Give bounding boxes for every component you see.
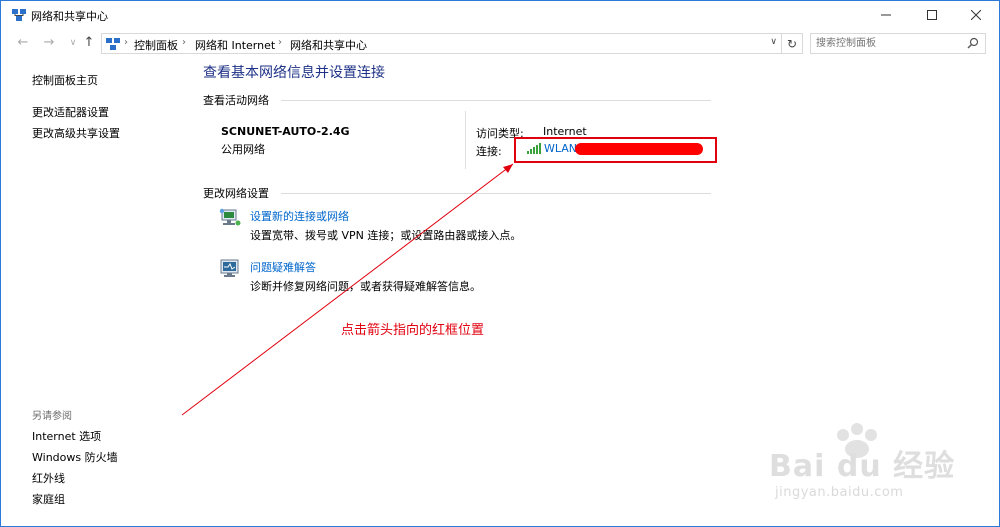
change-settings-header: 更改网络设置 bbox=[203, 187, 269, 200]
link-internet-options[interactable]: Internet 选项 bbox=[32, 428, 101, 444]
chevron-right-icon[interactable]: › bbox=[182, 37, 186, 48]
recent-locations-chevron-icon[interactable]: ∨ bbox=[65, 35, 81, 51]
chevron-right-icon: › bbox=[124, 37, 128, 48]
link-change-advanced-sharing[interactable]: 更改高级共享设置 bbox=[32, 125, 120, 141]
baidu-jingyan-watermark: Bai du 经验 jingyan.baidu.com bbox=[769, 421, 989, 516]
active-networks-header: 查看活动网络 bbox=[203, 94, 269, 107]
network-type-link[interactable]: 公用网络 bbox=[221, 141, 265, 157]
up-arrow-icon[interactable]: ↑ bbox=[81, 35, 97, 51]
network-setup-icon bbox=[219, 208, 241, 226]
search-box[interactable] bbox=[810, 33, 986, 54]
minimize-button[interactable] bbox=[863, 1, 909, 29]
maximize-icon bbox=[927, 10, 937, 20]
network-sharing-center-icon bbox=[12, 9, 26, 21]
back-arrow-icon[interactable]: ← bbox=[15, 35, 31, 51]
annotation-text: 点击箭头指向的红框位置 bbox=[341, 323, 485, 338]
network-name: SCNUNET-AUTO-2.4G bbox=[221, 125, 350, 138]
forward-arrow-icon[interactable]: → bbox=[41, 35, 57, 51]
address-bar[interactable]: › 控制面板 › 网络和 Internet › 网络和共享中心 ∨ bbox=[101, 33, 782, 54]
link-control-panel-home[interactable]: 控制面板主页 bbox=[32, 72, 98, 88]
search-input[interactable] bbox=[811, 34, 961, 53]
navigation-bar: ← → ∨ ↑ › 控制面板 › 网络和 Internet › 网络和共享中心 … bbox=[1, 29, 999, 57]
close-button[interactable] bbox=[953, 1, 999, 29]
refresh-icon: ↻ bbox=[786, 36, 798, 51]
link-change-adapter-settings[interactable]: 更改适配器设置 bbox=[32, 104, 109, 120]
chevron-down-icon[interactable]: ∨ bbox=[770, 37, 777, 47]
breadcrumb-network-internet[interactable]: 网络和 Internet bbox=[195, 37, 275, 53]
breadcrumb-control-panel[interactable]: 控制面板 bbox=[134, 37, 178, 53]
connection-label: 连接: bbox=[476, 145, 502, 158]
troubleshoot-desc: 诊断并修复网络问题，或者获得疑难解答信息。 bbox=[250, 280, 481, 293]
troubleshoot-icon bbox=[220, 259, 239, 277]
link-infrared[interactable]: 红外线 bbox=[32, 470, 65, 486]
section-divider bbox=[281, 100, 711, 101]
link-windows-firewall[interactable]: Windows 防火墙 bbox=[32, 449, 118, 465]
watermark-logo: Bai du 经验 bbox=[769, 449, 956, 484]
watermark-url: jingyan.baidu.com bbox=[775, 485, 904, 500]
control-panel-window: 网络和共享中心 ← → ∨ ↑ › 控制面板 › 网络和 Internet › bbox=[0, 0, 1000, 527]
minimize-icon bbox=[881, 14, 891, 16]
breadcrumb-network-sharing-center[interactable]: 网络和共享中心 bbox=[290, 37, 367, 53]
link-homegroup[interactable]: 家庭组 bbox=[32, 491, 65, 507]
search-icon[interactable] bbox=[967, 37, 979, 49]
chevron-right-icon[interactable]: › bbox=[278, 37, 282, 48]
close-icon bbox=[971, 10, 981, 20]
window-title: 网络和共享中心 bbox=[31, 10, 108, 23]
vertical-divider bbox=[465, 111, 466, 169]
page-title: 查看基本网络信息并设置连接 bbox=[203, 65, 385, 81]
refresh-button[interactable]: ↻ bbox=[782, 33, 803, 54]
highlight-red-box bbox=[514, 137, 717, 163]
see-also-header: 另请参阅 bbox=[32, 411, 72, 422]
troubleshoot-link[interactable]: 问题疑难解答 bbox=[250, 259, 316, 275]
title-bar: 网络和共享中心 bbox=[1, 1, 999, 29]
left-navigation-pane: 控制面板主页 更改适配器设置 更改高级共享设置 另请参阅 Internet 选项… bbox=[1, 57, 191, 526]
setup-new-connection-desc: 设置宽带、拨号或 VPN 连接；或设置路由器或接入点。 bbox=[250, 229, 522, 242]
section-divider bbox=[281, 193, 711, 194]
control-panel-icon bbox=[106, 38, 120, 50]
maximize-button[interactable] bbox=[909, 1, 955, 29]
setup-new-connection-link[interactable]: 设置新的连接或网络 bbox=[250, 208, 349, 224]
